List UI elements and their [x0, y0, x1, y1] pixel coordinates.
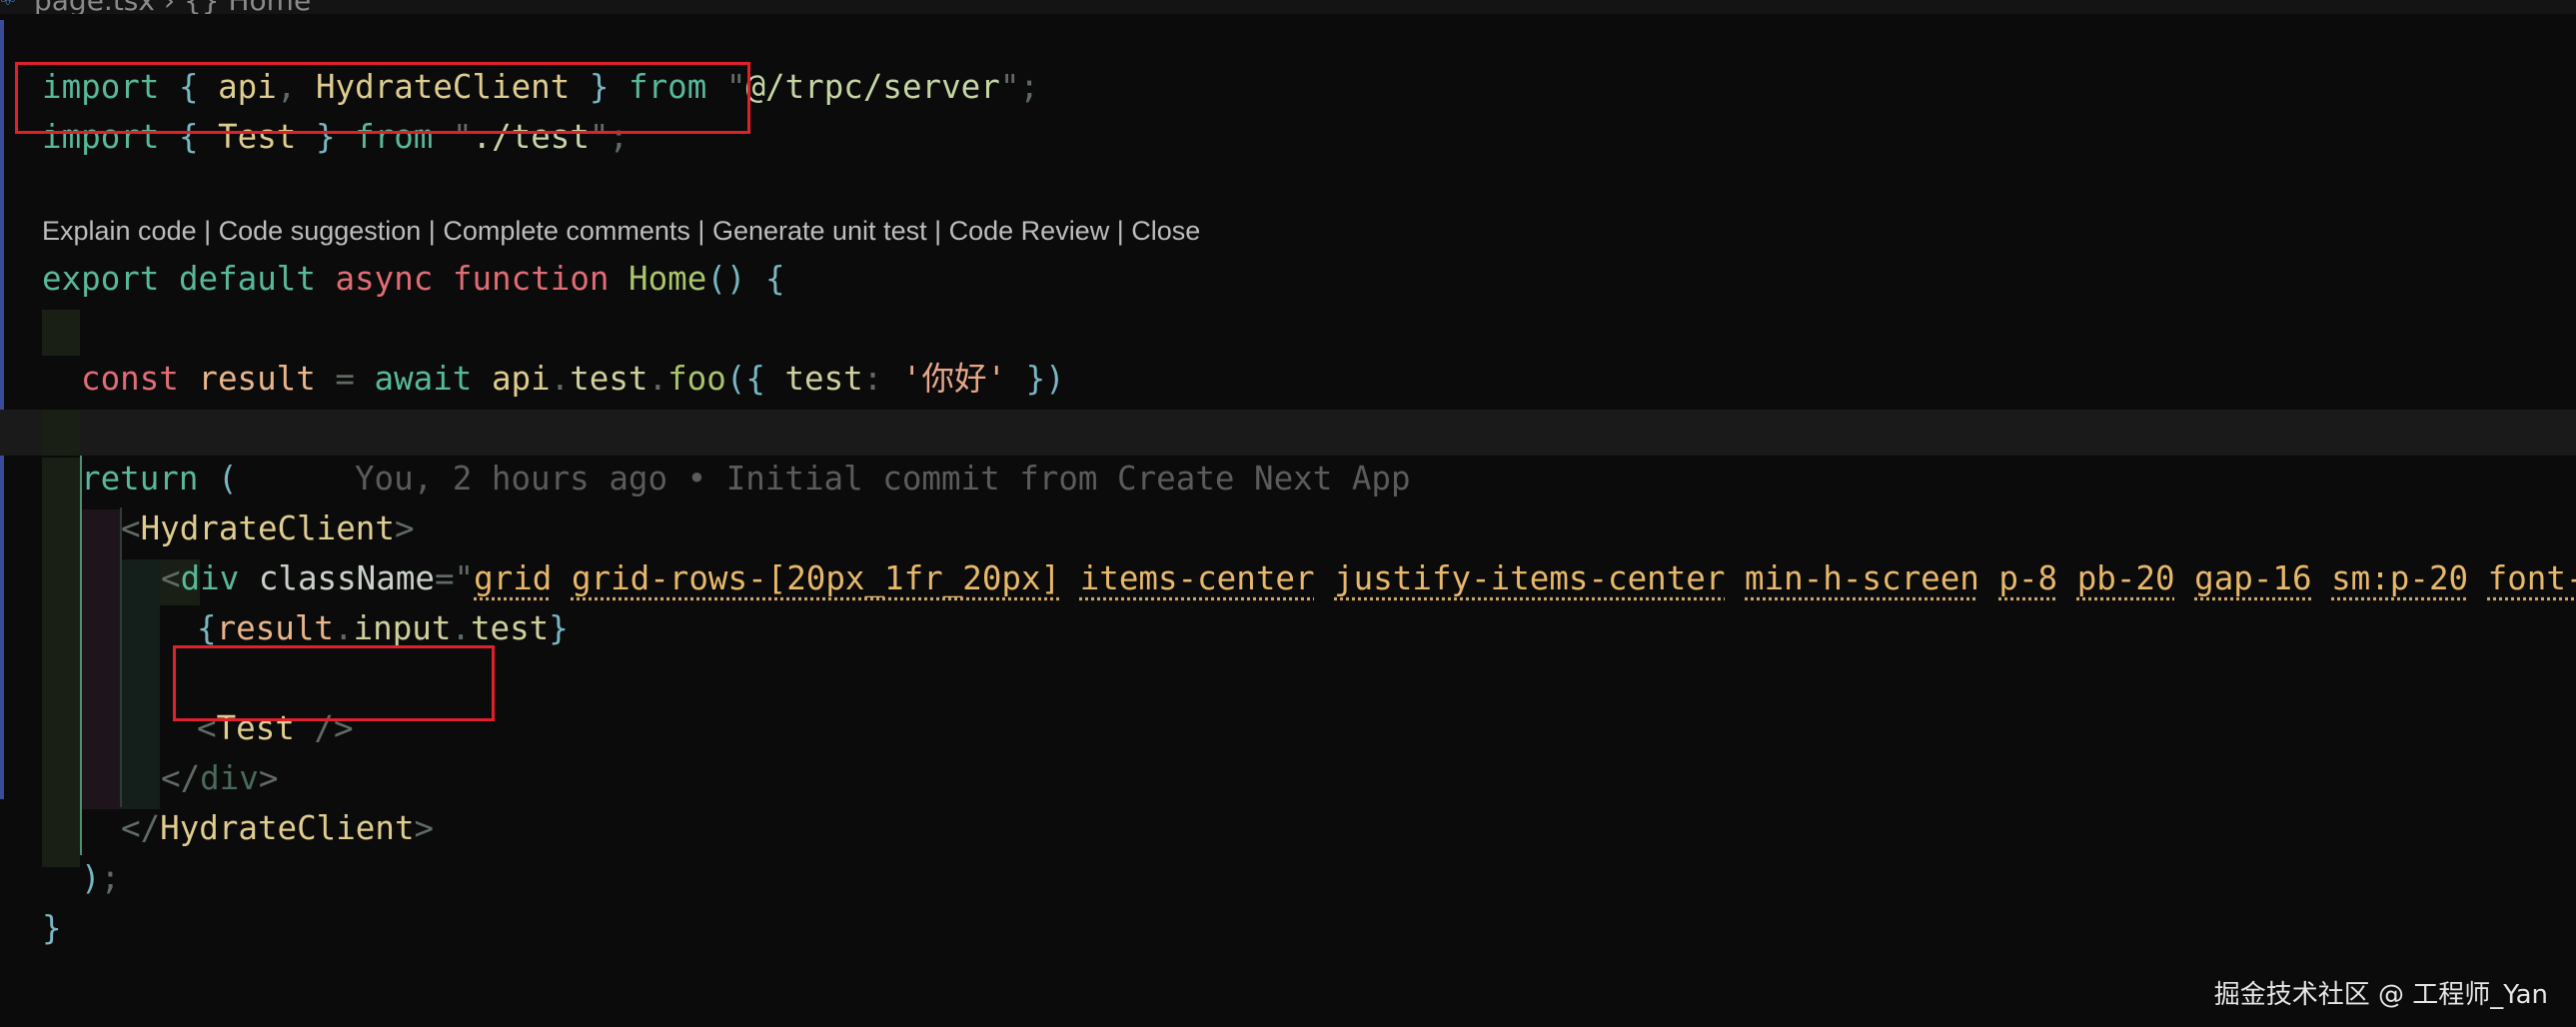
codelens-actions: Explain code | Code suggestion | Complet… [42, 168, 1200, 246]
indent-guide [42, 410, 80, 456]
code-line-5[interactable]: return ( You, 2 hours ago • Initial comm… [81, 410, 1411, 498]
bracket-guide [80, 456, 82, 855]
breadcrumb-path[interactable]: page.tsx › {} Home [34, 0, 311, 14]
code-line-3[interactable]: export default async function Home() { [42, 210, 785, 298]
code-line-11[interactable]: </HydrateClient> [121, 759, 434, 847]
breadcrumb[interactable]: ⚛ page.tsx › {} Home [0, 0, 2576, 14]
code-review-link[interactable]: Code Review [949, 216, 1110, 246]
close-link[interactable]: Close [1131, 216, 1200, 246]
watermark: 掘金技术社区 @ 工程师_Yan [2213, 980, 2548, 1010]
tsx-file-icon: ⚛ [0, 0, 16, 12]
indent-guide [80, 510, 120, 809]
code-line-1[interactable]: import { api, HydrateClient } from "@/tr… [42, 18, 1039, 106]
code-line-13[interactable]: } [42, 859, 62, 947]
code-line-7[interactable]: <div className="grid grid-rows-[20px_1fr… [161, 510, 2576, 597]
separator: | [926, 216, 949, 246]
separator: | [1109, 216, 1132, 246]
highlight-box-import [15, 62, 750, 134]
code-line-8[interactable]: {result.input.test} [197, 559, 569, 647]
code-line-4[interactable]: const result = await api.test.foo({ test… [81, 310, 1065, 398]
indent-guide [42, 458, 80, 867]
code-line-6[interactable]: <HydrateClient> [121, 460, 415, 547]
indent-guide [42, 310, 80, 356]
code-line-12[interactable]: ); [81, 809, 120, 897]
code-line-10[interactable]: </div> [161, 709, 278, 797]
